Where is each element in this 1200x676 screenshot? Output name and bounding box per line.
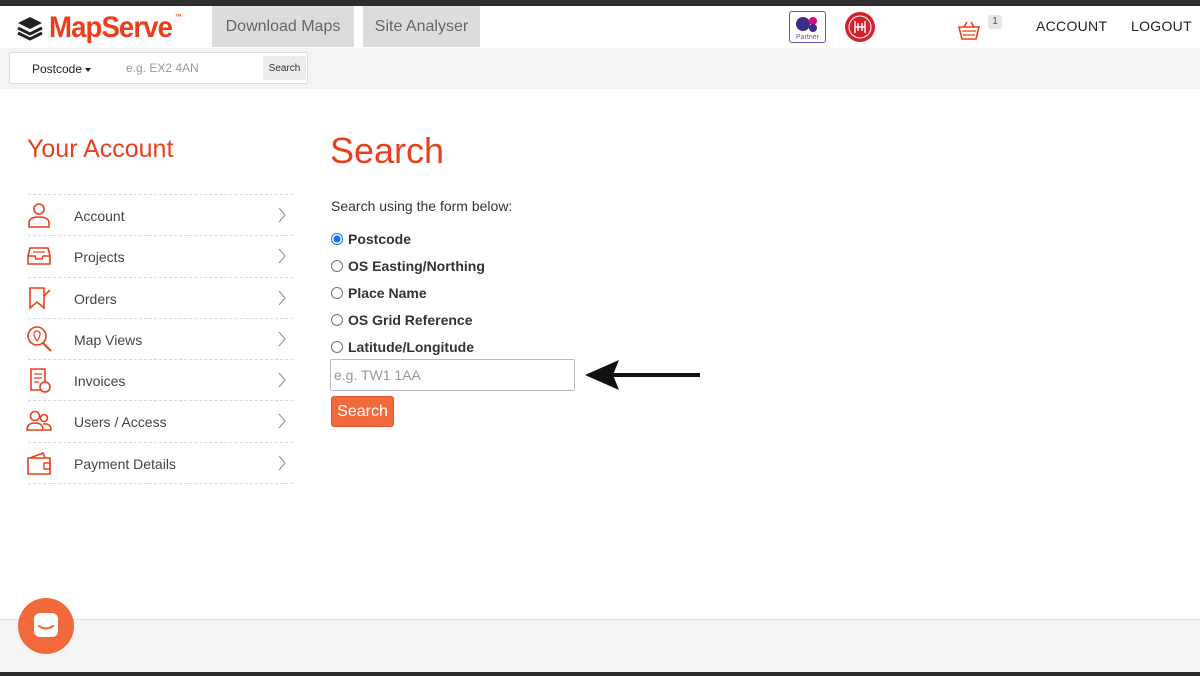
sidebar-item-label: Map Views <box>74 331 143 348</box>
user-icon <box>28 203 50 228</box>
os-partner-label: Partner <box>796 34 819 41</box>
chevron-right-icon <box>278 372 286 388</box>
chevron-right-icon <box>278 207 286 223</box>
radio-latitude-longitude[interactable] <box>331 341 343 354</box>
chevron-right-icon <box>278 414 286 429</box>
trademark-mark: ™ <box>175 14 182 21</box>
radio-place-name[interactable] <box>331 286 343 299</box>
radio-os-easting-northing[interactable] <box>331 259 343 272</box>
sidebar-item-invoices[interactable]: Invoices <box>28 360 293 402</box>
sidebar-item-orders[interactable]: Orders <box>28 278 293 319</box>
radio-label[interactable]: Place Name <box>348 285 427 301</box>
option-postcode: Postcode <box>330 225 485 252</box>
inbox-icon <box>27 247 51 266</box>
quick-search-button[interactable]: Search <box>263 56 306 80</box>
sidebar-item-label: Users / Access <box>74 414 167 431</box>
invoice-icon <box>30 368 51 393</box>
caret-down-icon <box>85 67 92 72</box>
sidebar-item-account[interactable]: Account <box>28 195 293 237</box>
layers-icon <box>17 17 43 41</box>
os-logo-icon <box>796 17 817 32</box>
chevron-right-icon <box>278 331 286 347</box>
wallet-icon <box>27 451 51 475</box>
radio-label[interactable]: Postcode <box>348 231 411 247</box>
mapserve-logo[interactable]: MapServe ™ <box>17 12 183 44</box>
search-type-label: Postcode <box>32 62 83 76</box>
basket-count-badge: 1 <box>988 15 1002 29</box>
logout-link[interactable]: LOGOUT <box>1131 18 1192 34</box>
tab-download-maps[interactable]: Download Maps <box>212 6 354 47</box>
radio-label[interactable]: OS Grid Reference <box>348 312 473 328</box>
search-type-options: Postcode OS Easting/Northing Place Name … <box>330 225 485 361</box>
search-type-select[interactable]: Postcode <box>32 62 92 76</box>
sidebar-item-label: Account <box>74 208 125 224</box>
radio-postcode[interactable] <box>331 232 343 245</box>
bookmark-icon <box>29 286 51 310</box>
sidebar-item-payment-details[interactable]: Payment Details <box>27 443 293 485</box>
brand-name: MapServe <box>49 11 173 44</box>
sidebar-item-label: Invoices <box>74 373 126 390</box>
option-os-grid-reference: OS Grid Reference <box>330 307 485 334</box>
search-input[interactable] <box>330 359 575 391</box>
sidebar-item-map-views[interactable]: Map Views <box>27 319 293 361</box>
search-button[interactable]: Search <box>331 396 394 427</box>
option-latitude-longitude: Latitude/Longitude <box>330 334 485 361</box>
option-os-easting-northing: OS Easting/Northing <box>330 252 485 279</box>
sidebar-item-label: Projects <box>74 249 125 266</box>
map-search-icon <box>27 326 52 352</box>
sidebar-item-projects[interactable]: Projects <box>27 236 293 278</box>
chevron-right-icon <box>278 290 286 305</box>
quick-search-input[interactable] <box>120 57 260 79</box>
account-menu: Account Projects Orders Map Views Invoic… <box>26 194 293 485</box>
chevron-right-icon <box>278 248 286 264</box>
sidebar-item-label: Orders <box>74 290 117 307</box>
radio-label[interactable]: Latitude/Longitude <box>348 339 474 355</box>
site-header: MapServe ™ Download Maps Site Analyser P… <box>0 6 1200 48</box>
window-bottom-strip <box>0 672 1200 676</box>
quick-search-bar: Postcode Search <box>0 48 1200 89</box>
page-title: Search <box>330 130 445 171</box>
chat-launcher-button[interactable] <box>18 598 74 654</box>
account-link[interactable]: ACCOUNT <box>1036 18 1107 34</box>
sidebar-item-label: Payment Details <box>74 455 176 472</box>
quick-search-form: Postcode Search <box>9 52 308 84</box>
option-place-name: Place Name <box>330 279 485 306</box>
radio-label[interactable]: OS Easting/Northing <box>348 258 485 274</box>
sidebar-item-users-access[interactable]: Users / Access <box>26 401 293 443</box>
tab-site-analyser[interactable]: Site Analyser <box>363 6 480 47</box>
radio-os-grid-reference[interactable] <box>331 314 343 327</box>
sidebar-title: Your Account <box>27 135 174 163</box>
chevron-right-icon <box>278 455 286 471</box>
crest-icon <box>845 12 875 42</box>
basket-icon[interactable] <box>957 20 981 42</box>
users-icon <box>26 411 52 432</box>
page-footer <box>0 619 1200 676</box>
search-instructions: Search using the form below: <box>331 198 513 214</box>
os-partner-badge: Partner <box>789 11 826 43</box>
chat-icon <box>34 613 58 637</box>
arrow-left-icon <box>585 360 700 390</box>
